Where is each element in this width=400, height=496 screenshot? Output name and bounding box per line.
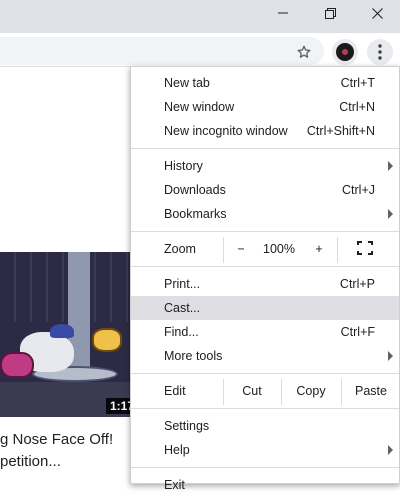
menu-item-bookmarks[interactable]: Bookmarks xyxy=(131,202,399,226)
menu-item-label: Find... xyxy=(164,325,199,339)
menu-separator xyxy=(131,373,399,374)
title-bar xyxy=(0,0,400,33)
video-duration-badge: 1:17 xyxy=(106,398,130,414)
menu-item-exit[interactable]: Exit xyxy=(131,473,399,496)
menu-item-label: New window xyxy=(164,100,235,114)
menu-item-label: Settings xyxy=(164,419,210,433)
record-extension-icon[interactable] xyxy=(332,39,358,65)
menu-item-label: History xyxy=(164,159,203,173)
zoom-level: 100% xyxy=(263,242,295,256)
menu-item-new-tab[interactable]: New tab Ctrl+T xyxy=(131,71,399,95)
menu-item-label: Bookmarks xyxy=(164,207,227,221)
menu-item-label: More tools xyxy=(164,349,223,363)
menu-item-label: Cast... xyxy=(164,301,201,315)
menu-item-more-tools[interactable]: More tools xyxy=(131,344,399,368)
menu-item-cast[interactable]: Cast... xyxy=(131,296,399,320)
menu-item-shortcut: Ctrl+N xyxy=(339,100,375,114)
video-title-line-1: g Nose Face Off! xyxy=(0,431,114,448)
menu-item-history[interactable]: History xyxy=(131,154,399,178)
edit-label: Edit xyxy=(164,384,186,398)
zoom-divider xyxy=(337,237,338,263)
menu-separator xyxy=(131,408,399,409)
menu-item-shortcut: Ctrl+F xyxy=(340,325,375,339)
cut-button[interactable]: Cut xyxy=(223,379,281,403)
video-title-line-2: petition... xyxy=(0,453,61,470)
video-thumbnail[interactable]: 1:17 xyxy=(0,252,130,417)
menu-item-help[interactable]: Help xyxy=(131,438,399,462)
close-icon[interactable] xyxy=(354,0,400,26)
submenu-arrow-icon xyxy=(388,161,393,171)
menu-zoom-row: Zoom − 100% + xyxy=(131,237,399,263)
submenu-arrow-icon xyxy=(388,209,393,219)
star-outline-icon[interactable] xyxy=(292,40,316,64)
zoom-in-button[interactable]: + xyxy=(307,242,331,256)
menu-item-label: Help xyxy=(164,443,190,457)
menu-item-label: New tab xyxy=(164,76,210,90)
browser-toolbar xyxy=(0,33,400,67)
submenu-arrow-icon xyxy=(388,351,393,361)
more-vert-icon[interactable] xyxy=(367,39,393,65)
zoom-out-button[interactable]: − xyxy=(229,242,253,256)
menu-item-new-incognito-window[interactable]: New incognito window Ctrl+Shift+N xyxy=(131,119,399,143)
submenu-arrow-icon xyxy=(388,445,393,455)
menu-item-shortcut: Ctrl+T xyxy=(340,76,375,90)
menu-edit-row: Edit Cut Copy Paste xyxy=(131,379,400,405)
menu-separator xyxy=(131,148,399,149)
menu-item-print[interactable]: Print... Ctrl+P xyxy=(131,272,399,296)
menu-item-shortcut: Ctrl+J xyxy=(342,183,375,197)
menu-item-label: Downloads xyxy=(164,183,226,197)
menu-item-shortcut: Ctrl+P xyxy=(339,277,375,291)
menu-item-find[interactable]: Find... Ctrl+F xyxy=(131,320,399,344)
menu-separator xyxy=(131,266,399,267)
browser-menu: New tab Ctrl+T New window Ctrl+N New inc… xyxy=(130,66,400,492)
address-bar[interactable] xyxy=(0,37,324,65)
menu-separator xyxy=(131,467,399,468)
menu-item-new-window[interactable]: New window Ctrl+N xyxy=(131,95,399,119)
menu-item-shortcut: Ctrl+Shift+N xyxy=(306,124,375,138)
menu-item-settings[interactable]: Settings xyxy=(131,414,399,438)
zoom-label: Zoom xyxy=(164,242,196,256)
zoom-divider xyxy=(223,237,224,263)
paste-button[interactable]: Paste xyxy=(341,379,400,403)
copy-button[interactable]: Copy xyxy=(281,379,341,403)
menu-item-label: Exit xyxy=(164,478,185,492)
menu-item-label: New incognito window xyxy=(164,124,288,138)
minimize-icon[interactable] xyxy=(260,0,306,26)
fullscreen-icon[interactable] xyxy=(357,241,375,257)
menu-separator xyxy=(131,231,399,232)
menu-item-downloads[interactable]: Downloads Ctrl+J xyxy=(131,178,399,202)
restore-icon[interactable] xyxy=(307,0,353,26)
menu-item-label: Print... xyxy=(164,277,201,291)
